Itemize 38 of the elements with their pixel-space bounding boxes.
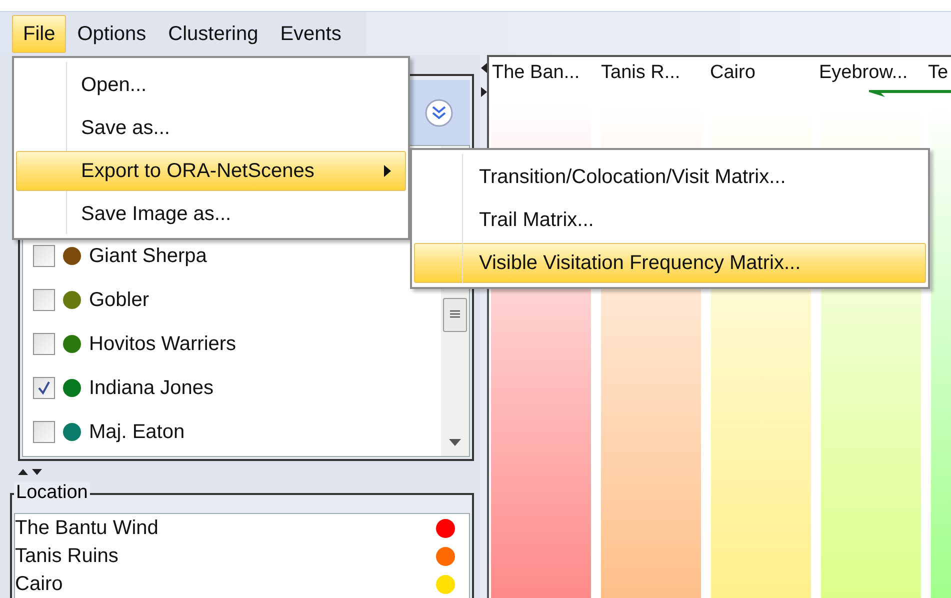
scroll-down-arrow-icon[interactable]: [449, 439, 461, 446]
splitter-arrows-icon[interactable]: [18, 468, 44, 476]
column-label: Tanis R...: [601, 62, 680, 83]
agent-name: Maj. Eaton: [89, 420, 185, 446]
menu-item[interactable]: Visible Visitation Frequency Matrix...: [414, 243, 926, 283]
grip-icon: [449, 310, 461, 320]
menu-item[interactable]: Export to ORA-NetScenes: [16, 151, 406, 191]
agent-name: Gobler: [89, 288, 150, 314]
menu-item[interactable]: Open...: [16, 65, 406, 105]
scrollbar-thumb[interactable]: [443, 298, 467, 332]
location-name: The Bantu Wind: [15, 516, 160, 540]
menu-item[interactable]: Save Image as...: [16, 194, 406, 234]
menu-item[interactable]: Events: [269, 14, 352, 52]
location-name: Tanis Ruins: [15, 544, 120, 568]
column-label: Eyebrow...: [819, 62, 908, 83]
expand-right-arrow-icon[interactable]: [480, 87, 486, 97]
menu-item[interactable]: Options: [66, 14, 158, 52]
location-name: Cairo: [15, 572, 64, 596]
menu-item[interactable]: Save as...: [16, 108, 406, 148]
menu-item[interactable]: Trail Matrix...: [414, 200, 926, 240]
checkmark-icon: [37, 381, 51, 396]
agent-name: Hovitos Warriers: [89, 332, 236, 358]
column-label: Te: [928, 62, 948, 83]
checkbox[interactable]: [33, 377, 55, 400]
menu-item[interactable]: File: [12, 14, 66, 52]
column-label: Cairo: [710, 62, 756, 83]
arrow-line-icon: [869, 87, 951, 97]
column-label: The Ban...: [492, 62, 580, 83]
expand-chevron-icon[interactable]: [424, 98, 454, 128]
menu-item[interactable]: Clustering: [157, 14, 270, 52]
checkbox[interactable]: [33, 289, 55, 312]
checkbox[interactable]: [33, 245, 55, 268]
collapse-left-arrow-icon[interactable]: [480, 63, 486, 73]
agent-name: Indiana Jones: [89, 376, 214, 402]
agent-name: Giant Sherpa: [89, 244, 207, 270]
checkbox[interactable]: [33, 333, 55, 356]
checkbox[interactable]: [33, 421, 55, 444]
menu-item[interactable]: Transition/Colocation/Visit Matrix...: [414, 157, 926, 197]
